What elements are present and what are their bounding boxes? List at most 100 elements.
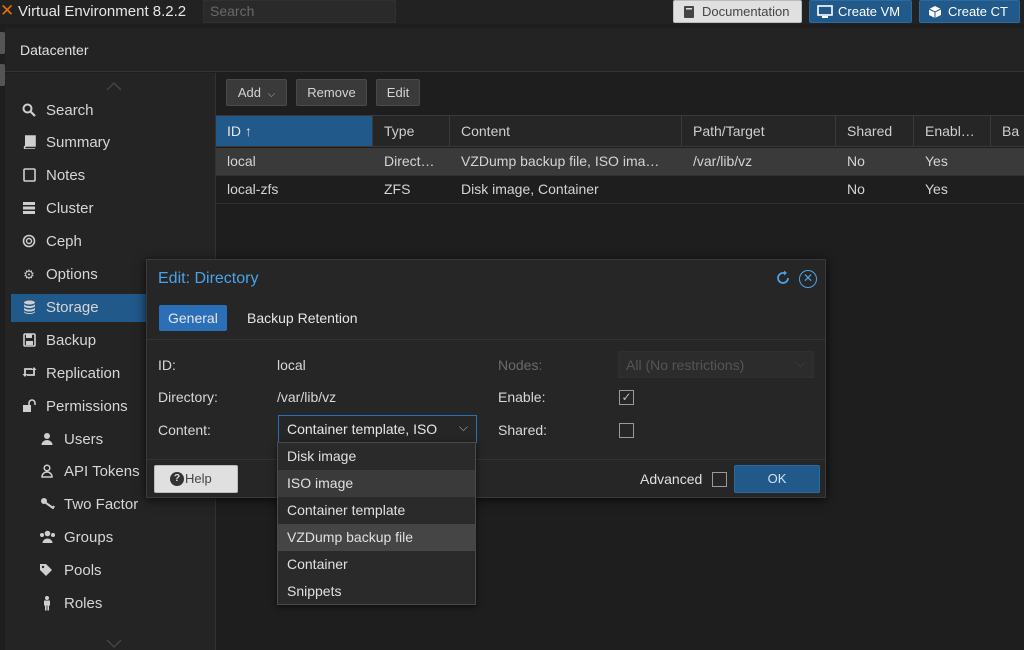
desktop-icon [816, 1, 834, 25]
page-title: Datacenter [20, 42, 89, 58]
sidebar-item-label: Storage [46, 299, 99, 316]
dialog-title: Edit: Directory [158, 270, 259, 287]
list-item-container[interactable]: Container [278, 551, 475, 578]
book-icon [21, 135, 37, 152]
sidebar-item-summary[interactable]: Summary [11, 129, 211, 157]
shared-checkbox[interactable] [619, 423, 634, 438]
ok-button[interactable]: OK [734, 465, 820, 493]
directory-value: /var/lib/vz [277, 389, 337, 405]
chevron-down-icon[interactable]: ⌵ [459, 420, 468, 435]
table-row[interactable]: local-zfs ZFS Disk image, Container No Y… [216, 176, 1024, 204]
add-button[interactable]: Add ⌵ [226, 79, 287, 106]
sidebar-item-label: Notes [46, 167, 86, 184]
column-header-content[interactable]: Content [450, 116, 682, 146]
list-item-vzdump-backup-file[interactable]: VZDump backup file [278, 524, 475, 551]
app-title: Virtual Environment 8.2.2 [18, 3, 187, 20]
sidebar-item-cluster[interactable]: Cluster [11, 195, 211, 223]
sidebar-item-search[interactable]: Search [11, 97, 211, 125]
sidebar-item-notes[interactable]: Notes [11, 162, 211, 190]
remove-button[interactable]: Remove [296, 79, 367, 106]
cell-type: ZFS [384, 181, 411, 197]
list-item-iso-image[interactable]: ISO image [278, 470, 475, 497]
chevron-down-icon: ⌵ [267, 89, 276, 100]
cell-content: VZDump backup file, ISO ima… [461, 153, 660, 169]
sidebar-item-label: Ceph [46, 233, 82, 250]
nodes-select: All (No restrictions) ⌵ [618, 351, 814, 378]
edit-button[interactable]: Edit [376, 79, 420, 106]
add-label: Add [237, 85, 261, 100]
cell-type: Direct… [384, 153, 435, 169]
cell-enabled: Yes [925, 181, 948, 197]
content-select-value: Container template, ISO [287, 421, 438, 437]
cube-icon [926, 1, 944, 25]
enable-label: Enable: [498, 389, 546, 405]
sidebar-item-label: Cluster [46, 200, 94, 217]
top-bar: ✕ Virtual Environment 8.2.2 Search Docum… [0, 0, 1024, 24]
sidebar-item-label: Permissions [46, 398, 128, 415]
users-icon [39, 530, 55, 546]
close-icon[interactable]: ✕ [799, 270, 817, 288]
tab-general[interactable]: General [159, 305, 227, 331]
scroll-down-icon[interactable] [105, 639, 123, 649]
column-header-bandwidth[interactable]: Ba [991, 116, 1024, 146]
key-icon [39, 497, 55, 512]
sidebar-item-ceph[interactable]: Ceph [11, 228, 211, 256]
advanced-checkbox[interactable] [712, 472, 727, 487]
content-select[interactable]: Container template, ISO ⌵ [278, 415, 477, 443]
dialog-footer: ? Help Advanced OK [147, 459, 825, 497]
sidebar-item-label: Replication [46, 365, 121, 382]
sidebar-item-roles[interactable]: Roles [11, 590, 211, 618]
edit-directory-dialog: Edit: Directory ✕ General Backup Retenti… [146, 259, 826, 498]
table-row[interactable]: local Direct… VZDump backup file, ISO im… [216, 148, 1024, 176]
list-item-disk-image[interactable]: Disk image [278, 443, 475, 470]
column-header-enabled[interactable]: Enabl… [914, 116, 991, 146]
user-icon [39, 432, 55, 449]
scroll-up-icon[interactable] [105, 81, 123, 91]
column-header-path[interactable]: Path/Target [682, 116, 836, 146]
cell-enabled: Yes [925, 153, 948, 169]
enable-checkbox[interactable]: ✓ [619, 390, 634, 405]
grid-header: ID ↑ Type Content Path/Target Shared Ena… [216, 115, 1024, 147]
nodes-select-value: All (No restrictions) [626, 357, 745, 373]
retweet-icon [21, 366, 37, 381]
documentation-button[interactable]: Documentation [673, 0, 802, 23]
proxmox-logo-icon: ✕ [0, 1, 15, 20]
sidebar-item-label: Summary [46, 134, 111, 151]
column-header-type[interactable]: Type [373, 116, 450, 146]
tab-backup-retention[interactable]: Backup Retention [238, 305, 367, 331]
male-icon [39, 596, 55, 614]
create-ct-button[interactable]: Create CT [919, 0, 1020, 23]
floppy-icon [21, 333, 37, 350]
content-label: Content: [158, 422, 211, 438]
datacenter-header: Datacenter [5, 28, 1024, 72]
directory-label: Directory: [158, 389, 218, 405]
list-item-container-template[interactable]: Container template [278, 497, 475, 524]
advanced-label: Advanced [640, 471, 703, 487]
cell-content: Disk image, Container [461, 181, 599, 197]
column-header-shared[interactable]: Shared [836, 116, 914, 146]
search-icon [21, 103, 37, 120]
question-icon: ? [170, 472, 184, 486]
create-ct-label: Create CT [948, 4, 1008, 19]
column-header-id[interactable]: ID ↑ [216, 116, 373, 146]
help-button[interactable]: ? Help [154, 465, 238, 493]
nodes-label: Nodes: [498, 357, 543, 373]
sidebar-item-label: API Tokens [64, 463, 140, 480]
ceph-icon [21, 234, 37, 251]
search-input[interactable]: Search [203, 0, 396, 23]
sidebar-item-pools[interactable]: Pools [11, 557, 211, 585]
user-outline-icon [39, 464, 55, 481]
cell-id: local [227, 153, 256, 169]
reset-icon[interactable] [774, 270, 792, 288]
cell-path [682, 176, 832, 203]
divider [147, 339, 825, 340]
list-item-snippets[interactable]: Snippets [278, 578, 475, 605]
documentation-label: Documentation [702, 4, 790, 19]
content-dropdown-list: Disk image ISO image Container template … [277, 442, 476, 605]
create-vm-button[interactable]: Create VM [809, 0, 912, 23]
id-label: ID: [158, 357, 176, 373]
cell-shared: No [847, 181, 865, 197]
sidebar-item-label: Options [46, 266, 98, 283]
gear-icon: ⚙ [23, 267, 35, 282]
sidebar-item-groups[interactable]: Groups [11, 524, 211, 552]
